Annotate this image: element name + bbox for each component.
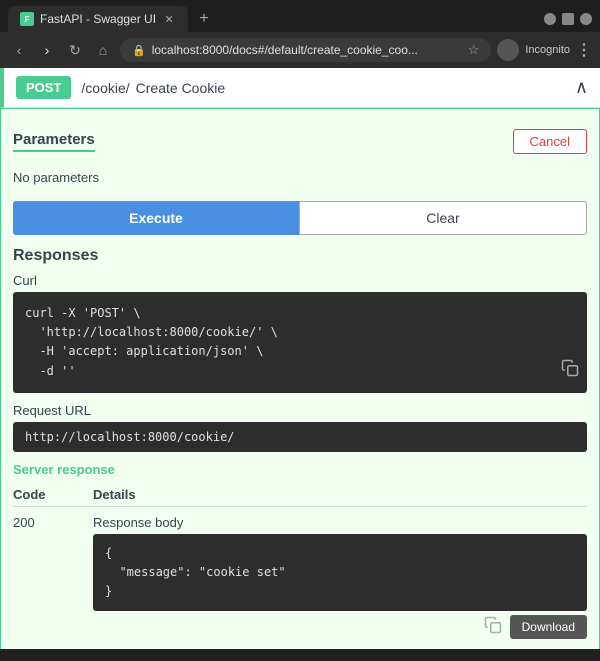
tab-close-button[interactable]: ✕ [162,12,176,26]
incognito-label: Incognito [525,44,570,56]
no-params-text: No parameters [13,170,587,185]
response-body-text: { "message": "cookie set"} [105,546,286,598]
refresh-button[interactable]: ↻ [64,39,86,61]
maximize-button[interactable] [562,13,574,25]
collapse-button[interactable]: ∧ [575,77,588,98]
endpoint-header[interactable]: POST /cookie/ Create Cookie ∧ [0,68,600,108]
response-details: Response body { "message": "cookie set"}… [93,515,587,640]
browser-menu-button[interactable]: ⋮ [576,40,592,60]
new-tab-button[interactable]: + [192,7,216,31]
server-response-section: Server response Code Details 200 Respons… [13,462,587,648]
curl-section: Curl curl -X 'POST' \ 'http://localhost:… [13,273,587,393]
address-text: localhost:8000/docs#/default/create_cook… [152,43,462,57]
curl-code-block: curl -X 'POST' \ 'http://localhost:8000/… [13,292,587,393]
parameters-header: Parameters Cancel [13,121,587,162]
response-body-label: Response body [93,515,587,530]
endpoint-body: Parameters Cancel No parameters Execute … [0,108,600,649]
request-url-label: Request URL [13,403,587,418]
nav-bar: ‹ › ↻ ⌂ 🔒 localhost:8000/docs#/default/c… [0,32,600,68]
response-copy-icon[interactable] [484,616,502,638]
response-action-row: Download [93,615,587,639]
tab-favicon: F [20,12,34,26]
home-button[interactable]: ⌂ [92,39,114,61]
active-tab[interactable]: F FastAPI - Swagger UI ✕ [8,6,188,32]
server-response-label: Server response [13,462,587,477]
curl-label: Curl [13,273,587,288]
swagger-content: POST /cookie/ Create Cookie ∧ Parameters… [0,68,600,649]
minimize-button[interactable] [544,13,556,25]
response-status-code: 200 [13,515,93,530]
col-details-header: Details [93,487,587,502]
responses-title: Responses [13,247,587,265]
response-body-code: { "message": "cookie set"} [93,534,587,612]
response-row: 200 Response body { "message": "cookie s… [13,507,587,648]
execute-button[interactable]: Execute [13,201,299,235]
close-button[interactable] [580,13,592,25]
action-buttons: Execute Clear [13,201,587,235]
back-button[interactable]: ‹ [8,39,30,61]
curl-code: curl -X 'POST' \ 'http://localhost:8000/… [25,306,278,378]
window-controls [544,13,592,25]
endpoint-description: Create Cookie [136,80,226,96]
parameters-title: Parameters [13,131,95,152]
profile-avatar[interactable] [497,39,519,61]
curl-copy-icon[interactable] [561,359,579,385]
address-bar[interactable]: 🔒 localhost:8000/docs#/default/create_co… [120,38,491,62]
endpoint-path: /cookie/ [81,80,129,96]
bookmark-icon[interactable]: ☆ [468,42,480,58]
method-badge: POST [16,76,71,99]
response-table-header: Code Details [13,483,587,507]
clear-button[interactable]: Clear [299,201,587,235]
forward-button[interactable]: › [36,39,58,61]
col-code-header: Code [13,487,93,502]
request-url-section: Request URL http://localhost:8000/cookie… [13,403,587,452]
download-button[interactable]: Download [510,615,587,639]
tab-bar: F FastAPI - Swagger UI ✕ + [0,0,600,32]
tab-title: FastAPI - Swagger UI [40,12,156,26]
cancel-button[interactable]: Cancel [513,129,587,154]
request-url-value: http://localhost:8000/cookie/ [13,422,587,452]
lock-icon: 🔒 [132,44,146,57]
